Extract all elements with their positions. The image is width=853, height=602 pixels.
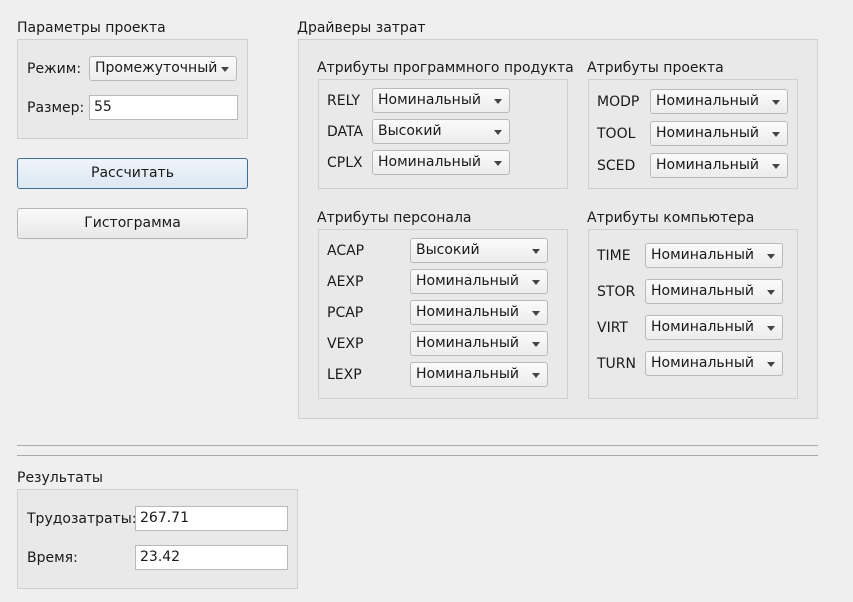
modp-select-value: Номинальный (656, 93, 759, 109)
pcap-select[interactable]: Номинальный (410, 300, 548, 325)
pcap-label: PCAP (327, 305, 364, 321)
aexp-select[interactable]: Номинальный (410, 269, 548, 294)
mode-label: Режим: (27, 61, 82, 77)
virt-select[interactable]: Номинальный (645, 315, 783, 340)
histogram-button[interactable]: Гистограмма (17, 208, 248, 239)
chevron-down-icon (767, 254, 775, 259)
chevron-down-icon (494, 130, 502, 135)
virt-label: VIRT (597, 320, 628, 336)
effort-label: Трудозатраты: (27, 511, 137, 527)
tool-label: TOOL (597, 126, 636, 142)
stor-select-value: Номинальный (651, 283, 754, 299)
acap-select[interactable]: Высокий (410, 238, 548, 263)
data-select[interactable]: Высокий (372, 119, 510, 144)
rely-label: RELY (327, 93, 361, 109)
lexp-select-value: Номинальный (416, 366, 519, 382)
acap-label: ACAP (327, 243, 365, 259)
vexp-select[interactable]: Номинальный (410, 331, 548, 356)
turn-label: TURN (597, 356, 636, 372)
chevron-down-icon (494, 161, 502, 166)
sced-select-value: Номинальный (656, 157, 759, 173)
aexp-label: AEXP (327, 274, 364, 290)
mode-select[interactable]: Промежуточный (89, 56, 237, 81)
chevron-down-icon (767, 362, 775, 367)
mode-select-value: Промежуточный (95, 60, 218, 76)
virt-select-value: Номинальный (651, 319, 754, 335)
chevron-down-icon (532, 311, 540, 316)
vexp-select-value: Номинальный (416, 335, 519, 351)
chevron-down-icon (532, 373, 540, 378)
results-group (17, 489, 298, 589)
rely-select-value: Номинальный (378, 92, 481, 108)
chevron-down-icon (767, 290, 775, 295)
results-title: Результаты (17, 470, 103, 486)
tool-select-value: Номинальный (656, 125, 759, 141)
chevron-down-icon (772, 164, 780, 169)
turn-select[interactable]: Номинальный (645, 351, 783, 376)
chevron-down-icon (772, 132, 780, 137)
lexp-select[interactable]: Номинальный (410, 362, 548, 387)
product-attrs-title: Атрибуты программного продукта (317, 60, 574, 76)
time-attr-label: TIME (597, 248, 631, 264)
separator-line (17, 455, 818, 456)
chevron-down-icon (532, 249, 540, 254)
stor-label: STOR (597, 284, 636, 300)
calculate-button[interactable]: Рассчитать (17, 158, 248, 189)
effort-field[interactable]: 267.71 (135, 506, 288, 531)
chevron-down-icon (767, 326, 775, 331)
aexp-select-value: Номинальный (416, 273, 519, 289)
cost-drivers-title: Драйверы затрат (297, 20, 426, 36)
turn-select-value: Номинальный (651, 355, 754, 371)
modp-label: MODP (597, 94, 640, 110)
chevron-down-icon (532, 342, 540, 347)
tool-select[interactable]: Номинальный (650, 121, 788, 146)
separator-line (17, 445, 818, 446)
sced-label: SCED (597, 158, 636, 174)
data-select-value: Высокий (378, 123, 442, 139)
project-params-title: Параметры проекта (17, 20, 166, 36)
stor-select[interactable]: Номинальный (645, 279, 783, 304)
time-result-field[interactable]: 23.42 (135, 545, 288, 570)
personnel-attrs-title: Атрибуты персонала (317, 210, 472, 226)
chevron-down-icon (494, 99, 502, 104)
rely-select[interactable]: Номинальный (372, 88, 510, 113)
time-attr-select[interactable]: Номинальный (645, 243, 783, 268)
chevron-down-icon (772, 100, 780, 105)
time-result-label: Время: (27, 550, 78, 566)
size-input[interactable]: 55 (89, 95, 238, 120)
chevron-down-icon (532, 280, 540, 285)
cplx-select-value: Номинальный (378, 154, 481, 170)
size-label: Размер: (27, 100, 85, 116)
pcap-select-value: Номинальный (416, 304, 519, 320)
cplx-select[interactable]: Номинальный (372, 150, 510, 175)
computer-attrs-title: Атрибуты компьютера (587, 210, 755, 226)
project-params-group (17, 39, 248, 139)
sced-select[interactable]: Номинальный (650, 153, 788, 178)
chevron-down-icon (221, 67, 229, 72)
cplx-label: CPLX (327, 155, 363, 171)
modp-select[interactable]: Номинальный (650, 89, 788, 114)
vexp-label: VEXP (327, 336, 364, 352)
data-label: DATA (327, 124, 364, 140)
project-attrs-title: Атрибуты проекта (587, 60, 724, 76)
acap-select-value: Высокий (416, 242, 480, 258)
time-attr-select-value: Номинальный (651, 247, 754, 263)
lexp-label: LEXP (327, 367, 362, 383)
